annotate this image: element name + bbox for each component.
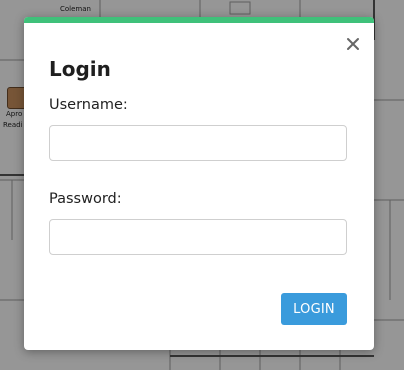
username-label: Username: bbox=[49, 97, 128, 113]
close-icon bbox=[347, 38, 359, 50]
modal-accent-bar bbox=[24, 17, 374, 23]
login-modal: Login Username: Password: LOGIN bbox=[24, 17, 374, 350]
modal-title: Login bbox=[49, 57, 111, 81]
login-button[interactable]: LOGIN bbox=[281, 293, 347, 325]
username-input[interactable] bbox=[49, 125, 347, 161]
password-label: Password: bbox=[49, 191, 122, 207]
password-input[interactable] bbox=[49, 219, 347, 255]
close-button[interactable] bbox=[345, 36, 361, 52]
